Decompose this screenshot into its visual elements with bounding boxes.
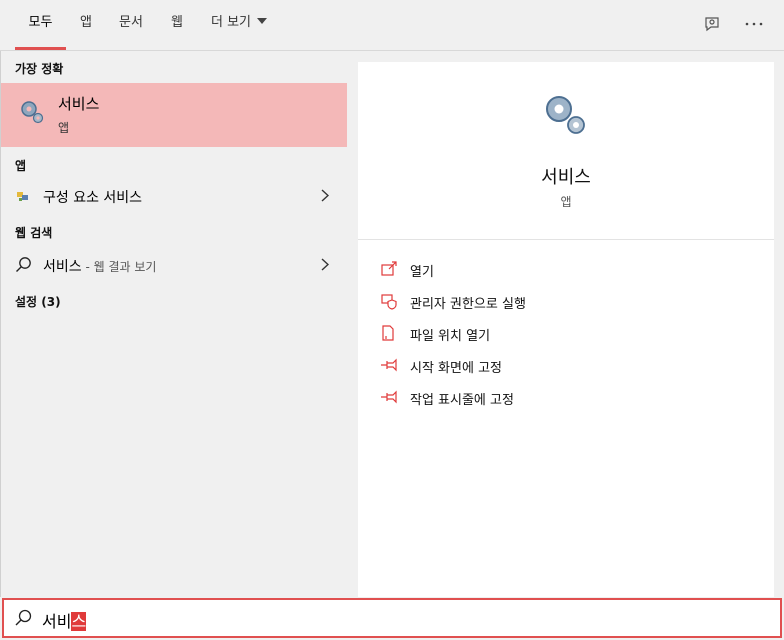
tab-more[interactable]: 더 보기 bbox=[204, 0, 274, 50]
web-search-label: 서비스 - 웹 결과 보기 bbox=[43, 256, 156, 276]
open-icon bbox=[381, 261, 397, 276]
best-match-type: 앱 bbox=[58, 121, 70, 135]
best-match-header: 가장 정확 bbox=[15, 62, 64, 76]
action-run-as-admin-label: 관리자 권한으로 실행 bbox=[410, 297, 526, 312]
more-icon bbox=[745, 22, 763, 26]
action-pin-to-start[interactable]: 시작 화면에 고정 bbox=[380, 352, 760, 378]
tab-documents-label: 문서 bbox=[119, 15, 143, 30]
more-options-button[interactable] bbox=[738, 10, 770, 38]
action-open-file-location[interactable]: 파일 위치 열기 bbox=[380, 320, 760, 346]
chevron-right-icon bbox=[321, 189, 329, 202]
feedback-icon bbox=[705, 17, 719, 32]
search-query: 서비스 bbox=[42, 608, 87, 632]
tab-apps-label: 앱 bbox=[80, 15, 92, 30]
best-match-title: 서비스 bbox=[58, 95, 100, 113]
list-item-web-search[interactable]: 서비스 - 웹 결과 보기 bbox=[1, 248, 347, 282]
detail-panel: 서비스 앱 열기 관리자 권한으로 실행 파일 위치 열기 시작 화면에 고정 bbox=[358, 62, 774, 597]
web-search-query: 서비스 bbox=[43, 259, 82, 275]
web-search-suffix: - 웹 결과 보기 bbox=[81, 260, 157, 274]
search-scope-tabbar: 모두 앱 문서 웹 더 보기 bbox=[0, 0, 784, 51]
action-pin-to-taskbar-label: 작업 표시줄에 고정 bbox=[410, 393, 514, 408]
search-typed-text: 서비 bbox=[42, 612, 72, 631]
action-open[interactable]: 열기 bbox=[380, 256, 760, 282]
action-pin-to-start-label: 시작 화면에 고정 bbox=[410, 361, 502, 376]
tab-all[interactable]: 모두 bbox=[15, 0, 66, 50]
feedback-button[interactable] bbox=[696, 10, 728, 38]
divider bbox=[358, 239, 774, 240]
tab-more-label: 더 보기 bbox=[210, 15, 251, 30]
action-open-file-location-label: 파일 위치 열기 bbox=[410, 329, 491, 344]
search-input[interactable]: 서비스 bbox=[2, 598, 782, 638]
settings-section-header[interactable]: 설정 (3) bbox=[15, 293, 61, 310]
search-icon bbox=[15, 609, 32, 626]
search-composing-char: 스 bbox=[71, 612, 87, 631]
chevron-down-icon bbox=[257, 18, 267, 24]
tab-web[interactable]: 웹 bbox=[163, 0, 191, 50]
action-open-label: 열기 bbox=[410, 265, 434, 280]
component-services-label: 구성 요소 서비스 bbox=[43, 190, 143, 206]
search-icon bbox=[16, 257, 31, 273]
tab-documents[interactable]: 문서 bbox=[110, 0, 152, 50]
best-match-item[interactable]: 서비스 앱 bbox=[1, 83, 347, 147]
apps-section-header: 앱 bbox=[15, 159, 27, 173]
list-item-component-services[interactable]: 구성 요소 서비스 bbox=[1, 179, 347, 213]
admin-shield-icon bbox=[381, 294, 397, 310]
detail-app-name: 서비스 bbox=[541, 167, 591, 188]
results-panel: 가장 정확 서비스 앱 앱 구성 요소 서비스 웹 검색 서비스 - 웹 결과 … bbox=[0, 51, 347, 597]
pin-icon bbox=[381, 358, 397, 372]
file-location-icon bbox=[382, 325, 394, 341]
action-run-as-admin[interactable]: 관리자 권한으로 실행 bbox=[380, 288, 760, 314]
services-gear-icon bbox=[21, 101, 44, 124]
web-search-header: 웹 검색 bbox=[15, 226, 53, 240]
action-pin-to-taskbar[interactable]: 작업 표시줄에 고정 bbox=[380, 384, 760, 410]
tab-all-label: 모두 bbox=[28, 15, 53, 30]
services-gear-icon bbox=[546, 96, 585, 134]
component-services-icon bbox=[17, 192, 28, 201]
tab-apps[interactable]: 앱 bbox=[72, 0, 100, 50]
pin-icon bbox=[381, 390, 397, 404]
detail-app-type: 앱 bbox=[560, 195, 572, 209]
chevron-right-icon bbox=[321, 258, 329, 271]
tab-web-label: 웹 bbox=[171, 15, 183, 30]
